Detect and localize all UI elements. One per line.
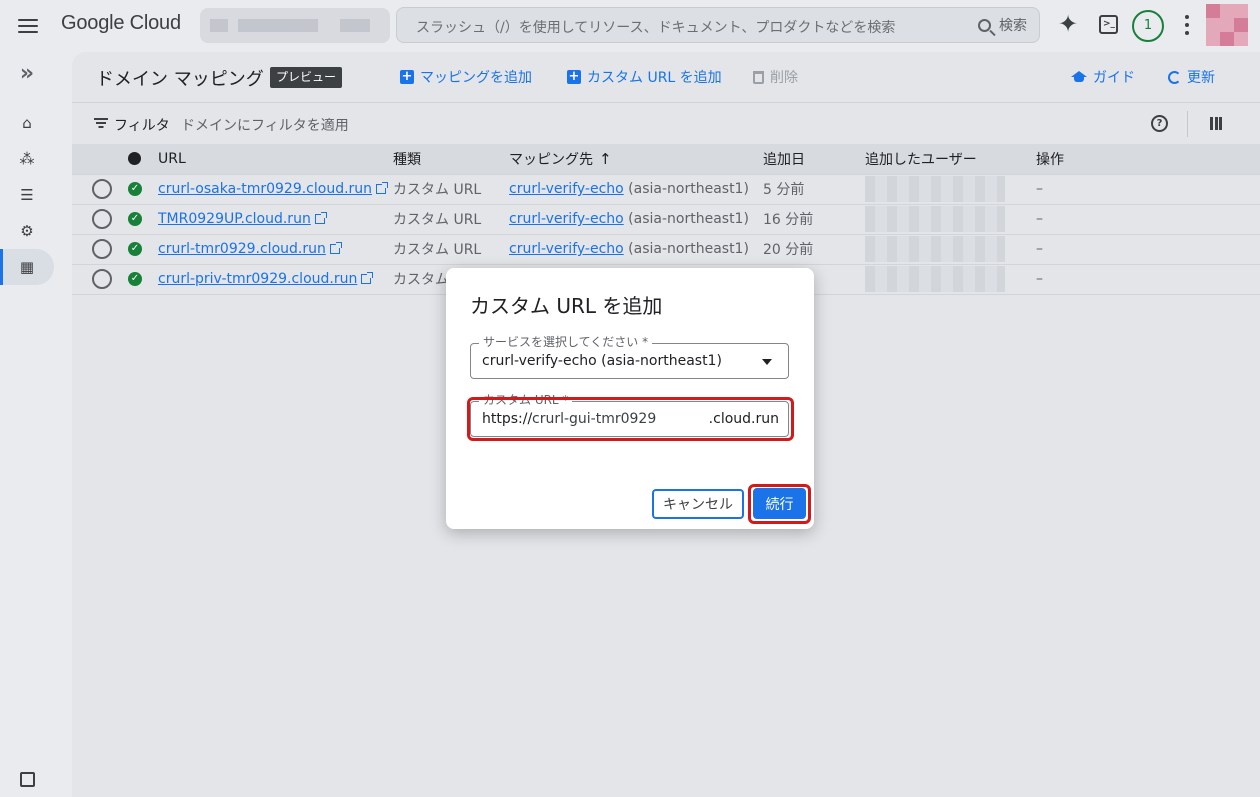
- url-prefix: https://: [482, 411, 533, 427]
- add-custom-url-dialog: カスタム URL を追加 サービスを選択してください * crurl-verif…: [446, 268, 814, 529]
- service-select-label: サービスを選択してください *: [479, 335, 653, 349]
- dialog-title: カスタム URL を追加: [470, 294, 663, 318]
- service-select[interactable]: サービスを選択してください * crurl-verify-echo (asia-…: [470, 335, 789, 379]
- dropdown-arrow-icon[interactable]: [762, 359, 772, 365]
- continue-button[interactable]: 続行: [753, 488, 806, 519]
- cancel-button[interactable]: キャンセル: [652, 489, 744, 519]
- custom-url-input[interactable]: [532, 409, 712, 429]
- custom-url-label: カスタム URL *: [479, 393, 573, 407]
- url-suffix: .cloud.run: [708, 411, 779, 427]
- custom-url-field[interactable]: カスタム URL * https:// .cloud.run: [470, 393, 789, 437]
- service-select-value[interactable]: crurl-verify-echo (asia-northeast1): [482, 353, 722, 369]
